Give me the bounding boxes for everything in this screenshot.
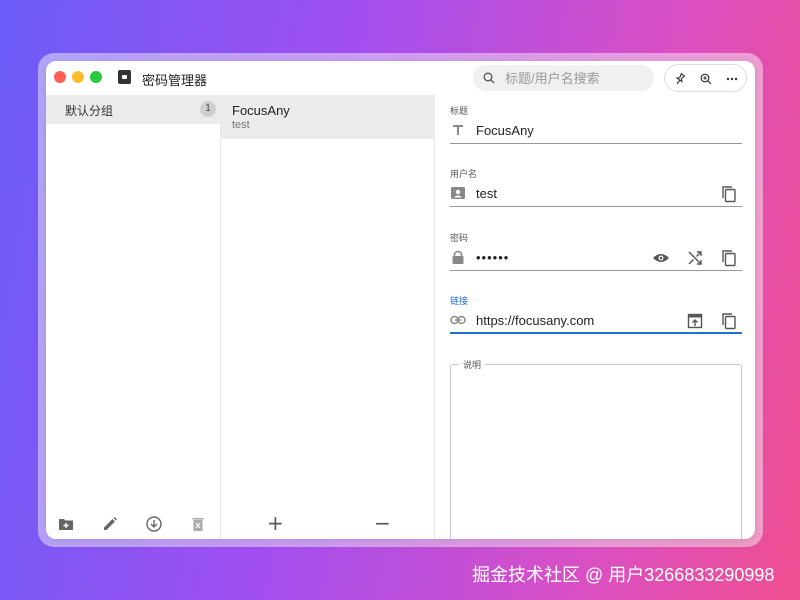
search-input[interactable] bbox=[505, 69, 645, 87]
add-group-button[interactable] bbox=[57, 515, 75, 533]
entry-subtitle: test bbox=[232, 119, 250, 131]
generate-password-button[interactable] bbox=[686, 249, 704, 267]
group-toolbar bbox=[46, 509, 221, 539]
entry-detail: 标题 FocusAny 用户名 test 密码 •••••• 链接 https:… bbox=[435, 95, 755, 539]
minimize-window-button[interactable] bbox=[72, 71, 84, 83]
add-entry-button[interactable]: + bbox=[267, 511, 284, 535]
delete-icon bbox=[192, 518, 204, 531]
eye-icon bbox=[653, 254, 669, 262]
title-value: FocusAny bbox=[476, 123, 534, 138]
zoom-in-button[interactable] bbox=[698, 71, 714, 87]
open-link-button[interactable] bbox=[686, 312, 704, 330]
entry-list: FocusAny test + − bbox=[221, 95, 435, 539]
notes-textarea[interactable]: 说明 bbox=[450, 358, 742, 539]
password-field-label: 密码 bbox=[450, 233, 469, 243]
maximize-window-button[interactable] bbox=[90, 71, 102, 83]
edit-group-button[interactable] bbox=[101, 515, 119, 533]
list-item[interactable]: FocusAny test bbox=[221, 95, 435, 139]
username-field[interactable]: test bbox=[450, 181, 742, 207]
group-label: 默认分组 bbox=[65, 104, 114, 118]
more-button[interactable] bbox=[724, 71, 740, 87]
username-value: test bbox=[476, 186, 497, 201]
entry-toolbar: + − bbox=[221, 509, 435, 539]
toggle-password-button[interactable] bbox=[652, 249, 670, 267]
lock-icon bbox=[450, 249, 466, 265]
close-window-button[interactable] bbox=[54, 71, 66, 83]
more-icon bbox=[726, 77, 738, 81]
title-bar: 密码管理器 bbox=[46, 61, 755, 95]
lock-app-icon bbox=[118, 70, 131, 84]
password-field[interactable]: •••••• bbox=[450, 245, 742, 271]
search-box[interactable] bbox=[473, 65, 654, 91]
app-window: 密码管理器 默认分组 1 bbox=[46, 61, 755, 539]
toolbar-group bbox=[664, 64, 747, 92]
import-button[interactable] bbox=[145, 515, 163, 533]
password-value: •••••• bbox=[476, 250, 510, 265]
app-title: 密码管理器 bbox=[142, 73, 208, 88]
remove-entry-button[interactable]: − bbox=[374, 511, 391, 535]
copy-password-button[interactable] bbox=[720, 249, 738, 267]
group-count-badge: 1 bbox=[200, 101, 216, 117]
download-icon bbox=[146, 516, 162, 532]
user-icon bbox=[450, 185, 466, 201]
copy-icon bbox=[722, 186, 736, 203]
title-field[interactable]: FocusAny bbox=[450, 118, 742, 144]
group-item-default[interactable]: 默认分组 1 bbox=[46, 95, 221, 124]
watermark: 掘金技术社区 @ 用户3266833290998 bbox=[472, 565, 775, 585]
username-field-label: 用户名 bbox=[450, 169, 478, 179]
link-field-label: 链接 bbox=[450, 296, 469, 306]
search-icon bbox=[483, 72, 495, 84]
link-field[interactable]: https://focusany.com bbox=[450, 308, 742, 334]
add-folder-icon bbox=[59, 519, 73, 530]
link-icon bbox=[450, 312, 466, 328]
shuffle-icon bbox=[688, 251, 702, 265]
text-icon bbox=[450, 122, 466, 138]
link-value: https://focusany.com bbox=[476, 313, 595, 328]
delete-group-button[interactable] bbox=[189, 515, 207, 533]
zoom-in-icon bbox=[700, 73, 712, 85]
copy-link-button[interactable] bbox=[720, 312, 738, 330]
title-field-label: 标题 bbox=[450, 106, 469, 116]
edit-icon bbox=[104, 517, 117, 530]
notes-label: 说明 bbox=[459, 358, 486, 371]
copy-icon bbox=[722, 250, 736, 267]
group-sidebar: 默认分组 1 bbox=[46, 95, 221, 539]
copy-icon bbox=[722, 313, 736, 330]
pin-button[interactable] bbox=[672, 71, 688, 87]
entry-title: FocusAny bbox=[232, 103, 290, 118]
open-link-icon bbox=[687, 313, 703, 329]
copy-username-button[interactable] bbox=[720, 185, 738, 203]
pin-icon bbox=[675, 73, 686, 85]
